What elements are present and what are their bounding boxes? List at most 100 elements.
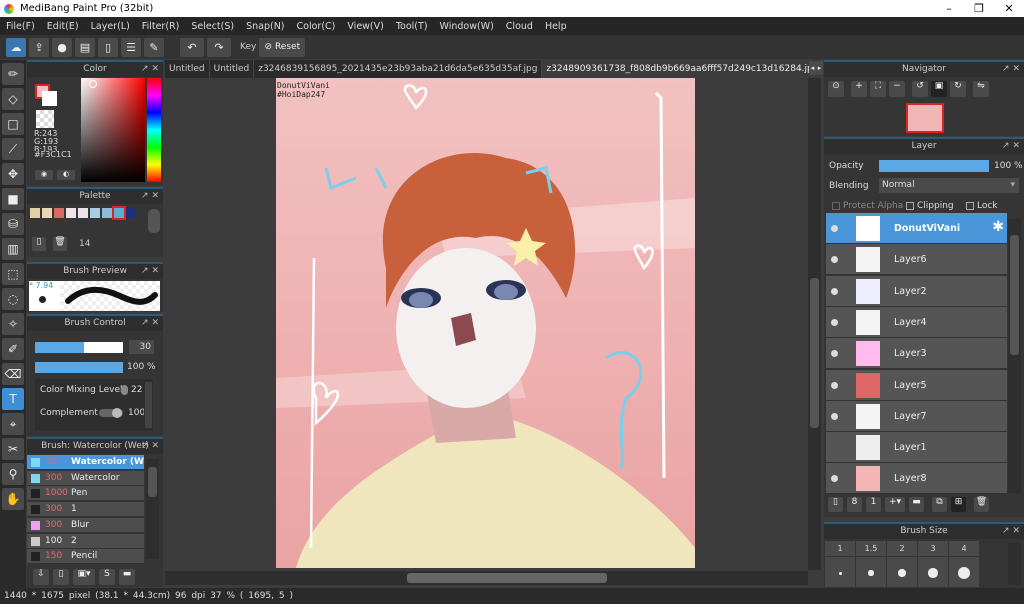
lock-checkbox[interactable]: Lock [966, 201, 998, 211]
color-option-icon[interactable]: ◉ [35, 170, 53, 180]
new-layer-icon[interactable]: ▯ [828, 497, 843, 512]
brush-list-item[interactable]: 300 Watercolor [27, 470, 144, 486]
layer-row[interactable]: DonutViVani ✱ [826, 213, 1007, 244]
add-layer-menu-icon[interactable]: +▾ [885, 497, 905, 512]
panel-close-icon[interactable]: ↗ ✕ [141, 316, 159, 331]
palette-scrollbar[interactable] [148, 209, 160, 233]
complement-slider[interactable] [99, 408, 123, 418]
lasso-tool-icon[interactable]: ◌ [2, 288, 24, 310]
fit-view-icon[interactable]: ⛶ [870, 81, 886, 97]
message-icon[interactable]: ▤ [75, 37, 95, 57]
brush-list-item[interactable]: 300 1 [27, 502, 144, 518]
brush-size-cell[interactable]: 4 [949, 541, 979, 587]
zoom-out-icon[interactable]: − [889, 81, 905, 97]
select-eraser-tool-icon[interactable]: ⌫ [2, 363, 24, 385]
drawing-canvas[interactable]: DonutViVani #HoiDap247 [276, 78, 695, 568]
brush-menu-icon[interactable]: ▣▾ [73, 569, 95, 585]
menu-select[interactable]: Select(S) [185, 21, 240, 32]
menu-filter[interactable]: Filter(R) [136, 21, 186, 32]
flip-icon[interactable]: ⇋ [973, 81, 989, 97]
palette-swatch[interactable] [42, 208, 52, 218]
saturation-value-picker[interactable] [81, 78, 145, 182]
panel-close-icon[interactable]: ↗ ✕ [141, 62, 159, 77]
reset-rotation-icon[interactable]: ▣ [931, 81, 947, 97]
layer-row[interactable]: Layer2 [826, 275, 1007, 307]
brush-list-item[interactable]: 30 Watercolor (Wet) [27, 455, 144, 470]
panel-close-icon[interactable]: ↗ ✕ [1002, 524, 1020, 539]
menu-cloud[interactable]: Cloud [500, 21, 539, 32]
layer-list-scrollbar[interactable] [1008, 219, 1021, 493]
menu-help[interactable]: Help [539, 21, 573, 32]
palette-swatch[interactable] [78, 208, 88, 218]
line-tool-icon[interactable]: ⟋ [2, 138, 24, 160]
delete-layer-icon[interactable]: 🗑 [974, 497, 989, 512]
tab-image-1[interactable]: z3246839156895_2021435e23b93aba21d6da5e6… [254, 60, 543, 78]
menu-color[interactable]: Color(C) [291, 21, 342, 32]
rotate-left-icon[interactable]: ↺ [912, 81, 928, 97]
hand-tool-icon[interactable]: ✋ [2, 488, 24, 510]
document-icon[interactable]: ▯ [98, 37, 118, 57]
panel-close-icon[interactable]: ↗ ✕ [1002, 62, 1020, 77]
palette-swatch[interactable] [54, 208, 64, 218]
menu-edit[interactable]: Edit(E) [41, 21, 85, 32]
brush-list-item[interactable]: 300 Blur [27, 517, 144, 533]
palette-swatch[interactable] [30, 208, 40, 218]
new-folder-icon[interactable]: ▬ [909, 497, 924, 512]
visibility-icon[interactable] [831, 350, 838, 358]
divide-tool-icon[interactable]: ✂ [2, 438, 24, 460]
visibility-icon[interactable] [831, 381, 838, 389]
select-pen-tool-icon[interactable]: ✐ [2, 338, 24, 360]
brush-control-scrollbar[interactable] [145, 382, 152, 428]
tab-image-2[interactable]: z3248909361738_f808db9b669aa6fff57d249c1… [542, 60, 823, 78]
merge-layer-icon[interactable]: ⊞ [951, 497, 966, 512]
panel-close-icon[interactable]: ↗ ✕ [141, 189, 159, 204]
color-mixing-slider[interactable] [121, 385, 128, 395]
layer-row[interactable]: Layer5 [826, 369, 1007, 401]
delete-palette-icon[interactable]: 🗑 [53, 237, 67, 251]
menu-snap[interactable]: Snap(N) [240, 21, 290, 32]
duplicate-layer-icon[interactable]: ⧉ [932, 497, 947, 512]
layer-row[interactable]: Layer6 [826, 244, 1007, 276]
brush-size-slider[interactable] [35, 342, 123, 353]
layer-row[interactable]: Layer3 [826, 338, 1007, 370]
redo-icon[interactable]: ↷ [207, 37, 231, 57]
bucket-tool-icon[interactable]: ⛁ [2, 213, 24, 235]
cloud-brush-icon[interactable]: ⇩ [33, 569, 49, 585]
hue-slider[interactable] [147, 78, 161, 182]
visibility-icon[interactable] [831, 287, 838, 295]
brush-size-cell[interactable]: 1.5 [856, 541, 886, 587]
minimize-button[interactable]: – [934, 0, 964, 17]
panel-close-icon[interactable]: ↗ ✕ [141, 439, 159, 454]
shape-tool-icon[interactable]: □ [2, 113, 24, 135]
close-button[interactable]: ✕ [994, 0, 1024, 17]
brush-size-value[interactable]: 30 [129, 340, 154, 354]
edit-icon[interactable]: ✎ [144, 37, 164, 57]
brush-opacity-slider[interactable] [35, 362, 123, 373]
palette-swatch[interactable] [90, 208, 100, 218]
layer-row[interactable]: Layer8 [826, 463, 1007, 495]
magic-wand-tool-icon[interactable]: ✧ [2, 313, 24, 335]
visibility-icon[interactable] [831, 475, 838, 483]
maximize-button[interactable]: ❐ [964, 0, 994, 17]
menu-window[interactable]: Window(W) [434, 21, 500, 32]
tab-scroll-right-icon[interactable]: ▸ [816, 61, 823, 75]
layer-row[interactable]: Layer1 [826, 432, 1007, 464]
clipping-checkbox[interactable]: Clipping [906, 201, 954, 211]
navigator-thumbnail[interactable] [906, 103, 944, 133]
new-brush-icon[interactable]: ▯ [53, 569, 69, 585]
brush-size-cell[interactable]: 1 [825, 541, 855, 587]
tab-untitled-2[interactable]: Untitled [210, 60, 255, 78]
brush-folder-icon[interactable]: ▬ [119, 569, 135, 585]
brush-size-cell[interactable]: 3 [918, 541, 948, 587]
visibility-icon[interactable] [831, 256, 838, 264]
move-tool-icon[interactable]: ✥ [2, 163, 24, 185]
share-icon[interactable]: ⇪ [29, 37, 49, 57]
undo-icon[interactable]: ↶ [180, 37, 204, 57]
tab-scroll-left-icon[interactable]: ◂ [809, 61, 816, 75]
palette-swatch[interactable] [66, 208, 76, 218]
fill-rect-tool-icon[interactable]: ■ [2, 188, 24, 210]
background-color-swatch[interactable] [42, 91, 57, 106]
new-palette-icon[interactable]: ▯ [32, 237, 46, 251]
protect-alpha-checkbox[interactable]: Protect Alpha [832, 201, 903, 211]
panel-close-icon[interactable]: ↗ ✕ [141, 264, 159, 279]
